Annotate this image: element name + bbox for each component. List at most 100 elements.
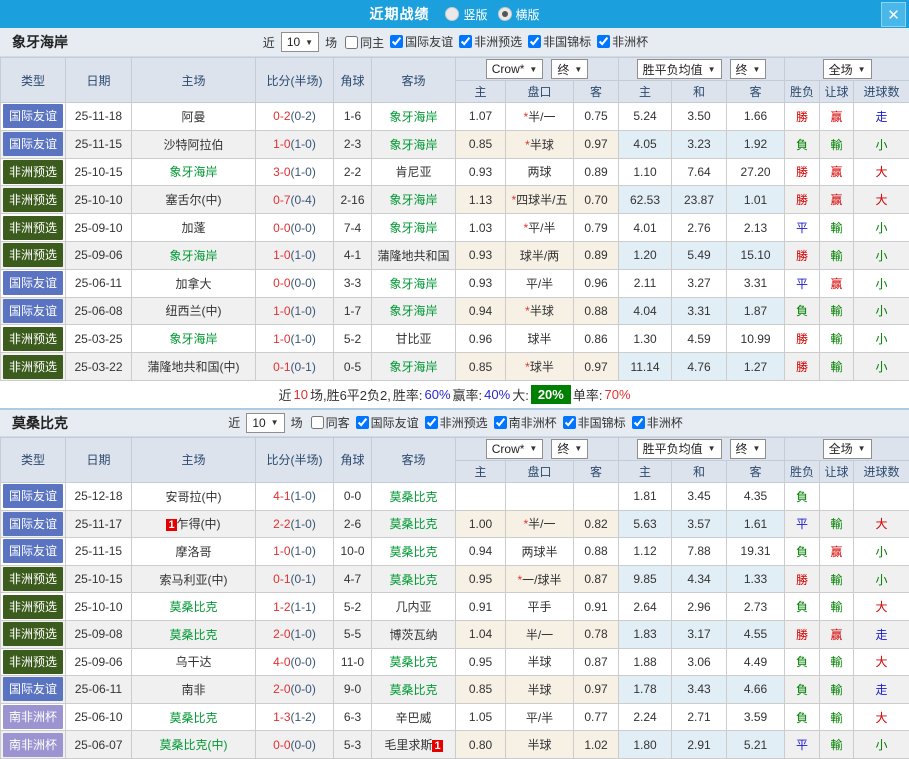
radio-horizontal-layout[interactable] [498,7,512,21]
radio-horizontal-label[interactable]: 横版 [516,6,540,23]
away-team-name: 莫桑比克 [389,683,437,697]
layout-radio-group: 竖版 横版 [435,6,539,23]
handicap-away-odds: 0.97 [574,676,619,704]
match-row: 非洲预选25-03-22蒲隆地共和国(中)0-1(0-1)0-5象牙海岸0.85… [1,353,909,381]
result-handicap: 赢 [820,158,854,186]
near-label: 近 [228,414,240,431]
score-cell: 0-1(0-1) [256,565,334,593]
matches-tbody: 国际友谊25-12-18安哥拉(中)4-1(1-0)0-0莫桑比克1.813.4… [1,482,909,758]
score-cell: 4-1(1-0) [256,482,334,510]
fulltime-score: 0-0 [273,276,290,290]
away-team: 博茨瓦纳 [372,620,456,648]
handicap-away-odds: 0.97 [574,130,619,158]
match-type-cell: 国际友谊 [1,269,66,297]
handicap-away-odds: 0.89 [574,158,619,186]
home-team-name: 加蓬 [181,221,205,235]
final-odds-select[interactable]: 终 [730,439,767,459]
away-team-name: 博茨瓦纳 [389,628,437,642]
summary-part: 单率: [573,385,603,404]
fulltime-select[interactable]: 全场 [823,59,872,79]
league-label: 非洲预选 [440,414,488,431]
league-checkbox[interactable] [459,35,472,48]
wdl-average-select[interactable]: 胜平负均值 [637,59,722,79]
close-button[interactable]: ✕ [881,2,906,27]
away-team: 甘比亚 [372,325,456,353]
result-handicap [820,482,854,510]
league-checkbox[interactable] [356,416,369,429]
odds-source-select[interactable]: Crow* [486,59,544,79]
corner-count: 9-0 [334,676,372,704]
lose-odds: 4.35 [727,482,785,510]
away-team: 莫桑比克 [372,538,456,566]
away-team-name: 莫桑比克 [389,545,437,559]
league-checkbox[interactable] [494,416,507,429]
score-cell: 1-3(1-2) [256,703,334,731]
league-filter[interactable]: 国际友谊 [356,414,419,431]
league-checkbox[interactable] [563,416,576,429]
draw-odds: 4.34 [672,565,727,593]
final-odds-select[interactable]: 终 [551,59,588,79]
home-team: 莫桑比克 [132,620,256,648]
win-odds: 5.24 [619,103,672,131]
handicap-line: 半球 [506,648,574,676]
draw-odds: 4.59 [672,325,727,353]
corner-count: 5-5 [334,620,372,648]
same-venue-filter[interactable]: 同客 [311,414,350,431]
league-checkbox[interactable] [597,35,610,48]
match-date: 25-03-25 [66,325,132,353]
draw-odds: 2.96 [672,593,727,621]
league-filter[interactable]: 非洲预选 [425,414,488,431]
match-count-select[interactable]: 10 [281,32,319,52]
final-odds-select[interactable]: 终 [730,59,767,79]
match-row: 非洲预选25-09-06象牙海岸1-0(1-0)4-1蒲隆地共和国0.93球半/… [1,241,909,269]
result-handicap: 輸 [820,214,854,242]
same-venue-label: 同主 [360,34,384,51]
lose-odds: 3.59 [727,703,785,731]
result-goals: 小 [854,538,909,566]
away-team-name: 象牙海岸 [389,304,437,318]
handicap-home-odds [456,482,506,510]
league-filter[interactable]: 南非洲杯 [494,414,557,431]
team-filter-bar: 象牙海岸 近 10 场 同主 国际友谊非洲预选非国锦标非洲杯 [0,28,909,57]
league-filter[interactable]: 非国锦标 [528,33,591,50]
league-checkbox[interactable] [425,416,438,429]
match-row: 非洲预选25-10-15索马利亚(中)0-1(0-1)4-7莫桑比克0.95*一… [1,565,909,593]
same-venue-checkbox[interactable] [345,36,358,49]
league-filter[interactable]: 非洲杯 [597,33,648,50]
match-type-badge: 南非洲杯 [3,733,63,757]
col-home: 主场 [132,437,256,482]
same-venue-filter[interactable]: 同主 [345,34,384,51]
same-venue-checkbox[interactable] [311,416,324,429]
handicap-line: 平/半 [506,269,574,297]
halftime-score: (0-4) [291,193,316,207]
handicap-home-odds: 1.13 [456,186,506,214]
match-count-select[interactable]: 10 [246,413,284,433]
radio-vertical-label[interactable]: 竖版 [463,6,487,23]
home-team: 沙特阿拉伯 [132,130,256,158]
result-wdl: 勝 [785,103,820,131]
away-team: 蒲隆地共和国 [372,241,456,269]
league-checkbox[interactable] [528,35,541,48]
match-row: 非洲预选25-09-10加蓬0-0(0-0)7-4象牙海岸1.03*平/半0.7… [1,214,909,242]
league-filter[interactable]: 非国锦标 [563,414,626,431]
handicap-line: 半/一 [506,620,574,648]
league-checkbox[interactable] [390,35,403,48]
odds-source-select[interactable]: Crow* [486,439,544,459]
radio-vertical-layout[interactable] [445,7,459,21]
fulltime-select[interactable]: 全场 [823,439,872,459]
league-label: 非洲预选 [474,33,522,50]
league-filter[interactable]: 非洲杯 [632,414,683,431]
league-filter[interactable]: 国际友谊 [390,33,453,50]
handicap-home-odds: 1.03 [456,214,506,242]
match-type-badge: 非洲预选 [3,355,63,379]
league-checkbox[interactable] [632,416,645,429]
wdl-average-select[interactable]: 胜平负均值 [637,439,722,459]
away-team: 象牙海岸 [372,130,456,158]
league-filter[interactable]: 非洲预选 [459,33,522,50]
final-odds-select[interactable]: 终 [551,439,588,459]
away-team-name: 蒲隆地共和国 [377,249,449,263]
league-label: 国际友谊 [371,414,419,431]
result-wdl: 勝 [785,620,820,648]
away-team-name: 甘比亚 [395,332,431,346]
score-cell: 0-7(0-4) [256,186,334,214]
